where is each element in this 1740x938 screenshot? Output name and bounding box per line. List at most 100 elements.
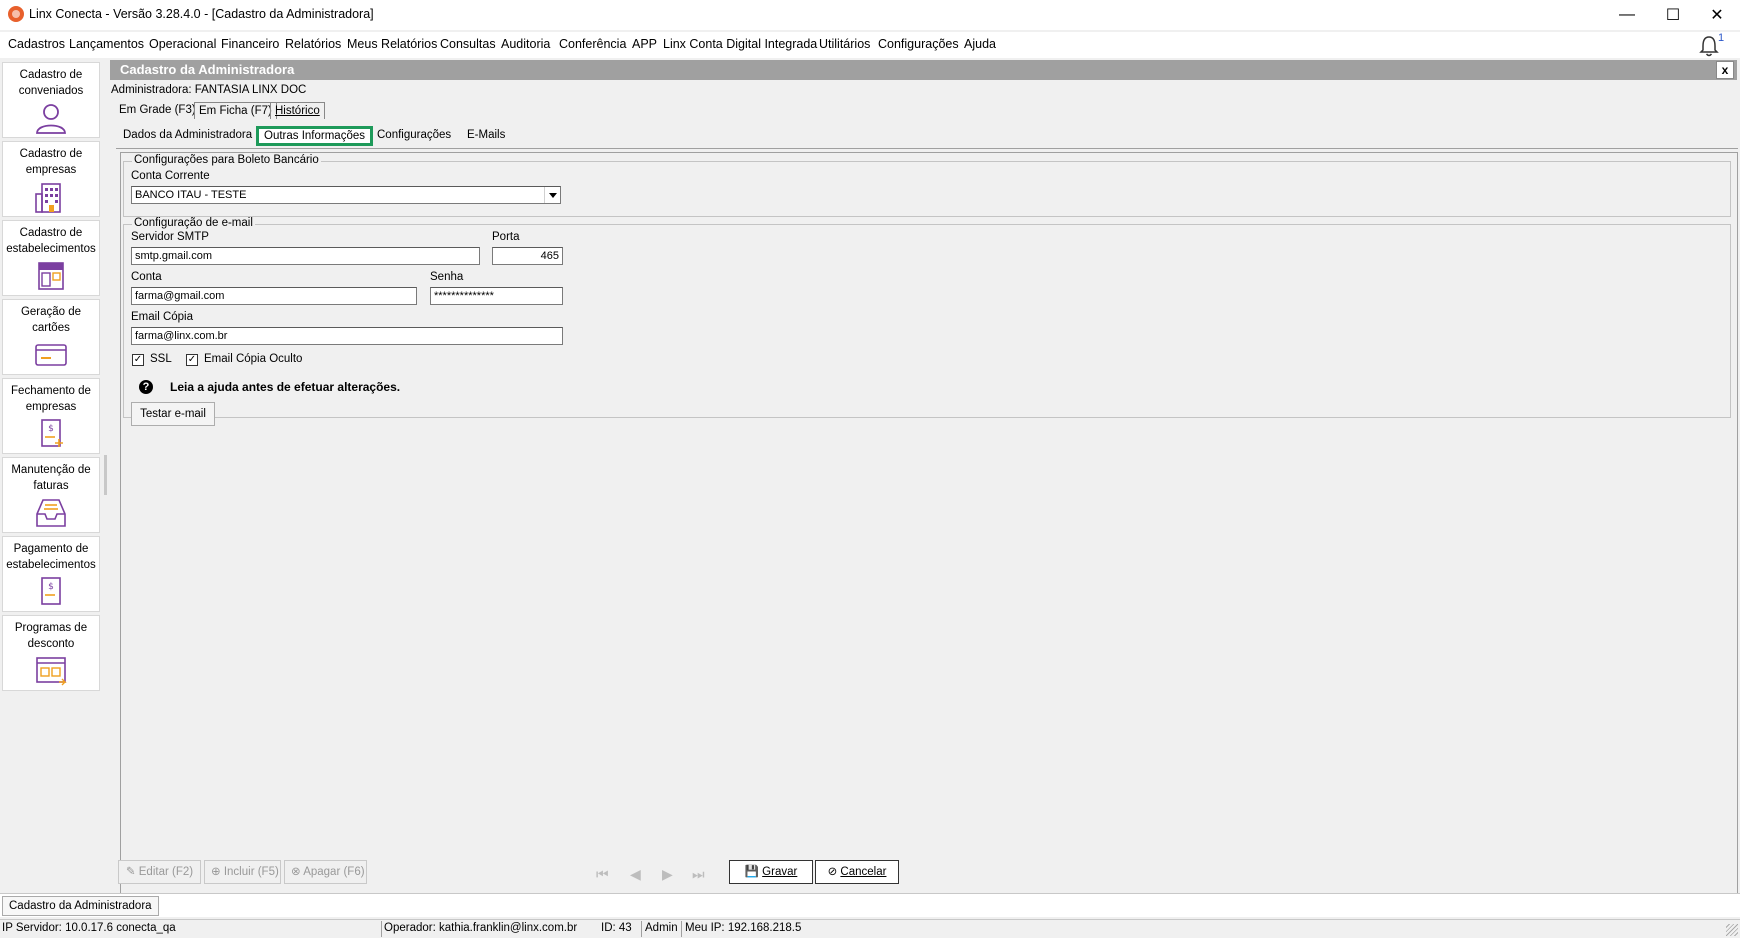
sidebar-item-label: Cadastro de conveniados xyxy=(18,69,84,97)
conta-corrente-value: BANCO ITAU - TESTE xyxy=(135,189,247,201)
menu-app[interactable]: APP xyxy=(632,37,657,51)
conta-input[interactable]: farma@gmail.com xyxy=(131,287,417,305)
add-button[interactable]: ⊕ Incluir (F5) xyxy=(204,860,281,884)
menu-relatorios[interactable]: Relatórios xyxy=(285,37,341,51)
porta-input[interactable]: 465 xyxy=(492,247,563,265)
bell-icon[interactable] xyxy=(1698,34,1720,58)
sidebar-item-pagamento[interactable]: Pagamento de estabelecimentos $ xyxy=(2,536,100,612)
app-logo-icon xyxy=(8,6,24,22)
tab-configuracoes[interactable]: Configurações xyxy=(370,126,458,146)
menu-meus-relatorios[interactable]: Meus Relatórios xyxy=(347,37,437,51)
tab-dados-administradora[interactable]: Dados da Administradora xyxy=(116,126,259,146)
window-title: Linx Conecta - Versão 3.28.4.0 - [Cadast… xyxy=(29,7,374,21)
smtp-label: Servidor SMTP xyxy=(131,231,209,243)
menu-consultas[interactable]: Consultas xyxy=(440,37,496,51)
sidebar-item-conveniados[interactable]: Cadastro de conveniados xyxy=(2,62,100,138)
pencil-icon: ✎ xyxy=(125,866,139,878)
status-divider xyxy=(641,921,642,937)
sidebar-splitter[interactable] xyxy=(104,455,107,495)
notification-count: 1 xyxy=(1718,32,1725,44)
admin-name-line: Administradora: FANTASIA LINX DOC xyxy=(111,84,307,96)
panel-close-button[interactable]: x xyxy=(1716,61,1734,79)
previous-record-icon[interactable]: ◀ xyxy=(630,866,641,883)
delete-button[interactable]: ⊗ Apagar (F6) xyxy=(284,860,367,884)
test-email-button[interactable]: Testar e-mail xyxy=(131,402,215,426)
store-icon xyxy=(38,262,64,290)
help-warning-text: Leia a ajuda antes de efetuar alterações… xyxy=(170,380,401,394)
tab-divider xyxy=(116,148,1738,149)
menu-configuracoes[interactable]: Configurações xyxy=(878,37,959,51)
senha-input[interactable]: ************** xyxy=(430,287,563,305)
menu-utilitarios[interactable]: Utilitários xyxy=(819,37,870,51)
tab-em-ficha[interactable]: Em Ficha (F7) xyxy=(194,102,277,119)
sidebar-item-cartoes[interactable]: Geração de cartões xyxy=(2,299,100,375)
edit-label: Editar (F2) xyxy=(138,866,194,878)
id-status: ID: 43 xyxy=(601,922,632,934)
close-window-button[interactable]: ✕ xyxy=(1694,0,1740,30)
menu-cadastros[interactable]: Cadastros xyxy=(8,37,65,51)
menu-operacional[interactable]: Operacional xyxy=(149,37,216,51)
last-record-icon[interactable]: ⏭ xyxy=(692,866,705,883)
sidebar-item-faturas[interactable]: Manutenção de faturas xyxy=(2,457,100,533)
building-icon xyxy=(35,183,61,213)
tab-historico[interactable]: Histórico xyxy=(270,102,325,119)
chevron-down-icon[interactable] xyxy=(544,187,560,203)
sidebar-item-programas-desconto[interactable]: Programas de desconto xyxy=(2,615,100,691)
profile-status: Admin xyxy=(645,922,678,934)
email-group-title: Configuração de e-mail xyxy=(132,217,255,229)
plus-circle-icon: ⊕ xyxy=(211,866,224,878)
resize-grip[interactable] xyxy=(1726,924,1738,936)
status-divider xyxy=(381,921,382,937)
cancel-label: Cancelar xyxy=(840,866,887,878)
panel-title: Cadastro da Administradora xyxy=(120,62,295,77)
tab-emails[interactable]: E-Mails xyxy=(460,126,512,146)
operator-status: Operador: kathia.franklin@linx.com.br xyxy=(384,922,578,934)
sidebar-item-empresas[interactable]: Cadastro de empresas xyxy=(2,141,100,217)
tab-outras-informacoes[interactable]: Outras Informações xyxy=(256,126,373,146)
main-panel: Cadastro da Administradora x Administrad… xyxy=(110,60,1740,910)
sidebar-item-estabelecimentos[interactable]: Cadastro de estabelecimentos xyxy=(2,220,100,296)
window-tab-administradora[interactable]: Cadastro da Administradora xyxy=(2,896,159,916)
first-record-icon[interactable]: ⏮ xyxy=(596,866,609,883)
save-button[interactable]: 💾 Gravar xyxy=(729,860,813,884)
sidebar: Cadastro de conveniados Cadastro de empr… xyxy=(0,60,102,890)
sidebar-item-label: Pagamento de estabelecimentos xyxy=(6,543,96,571)
minimize-button[interactable]: — xyxy=(1604,0,1650,30)
ssl-label: SSL xyxy=(150,353,172,365)
client-ip-status: Meu IP: 192.168.218.5 xyxy=(685,922,802,934)
boleto-group-title: Configurações para Boleto Bancário xyxy=(132,154,321,166)
menu-conferencia[interactable]: Conferência xyxy=(559,37,626,51)
menu-linx-conta-digital[interactable]: Linx Conta Digital Integrada xyxy=(663,37,817,51)
invoice-icon: $ xyxy=(41,419,63,447)
sidebar-item-label: Manutenção de faturas xyxy=(11,464,91,492)
next-record-icon[interactable]: ▶ xyxy=(662,866,673,883)
delete-label: Apagar (F6) xyxy=(303,866,365,878)
status-bar: IP Servidor: 10.0.17.6 conecta_qa Operad… xyxy=(0,919,1740,938)
menu-ajuda[interactable]: Ajuda xyxy=(964,37,996,51)
sidebar-item-label: Fechamento de empresas xyxy=(11,385,91,413)
menu-financeiro[interactable]: Financeiro xyxy=(221,37,279,51)
maximize-button[interactable]: ☐ xyxy=(1650,0,1696,30)
sidebar-item-fechamento[interactable]: Fechamento de empresas $ xyxy=(2,378,100,454)
server-ip-status: IP Servidor: 10.0.17.6 conecta_qa xyxy=(2,922,176,934)
add-label: Incluir (F5) xyxy=(223,866,279,878)
discount-icon xyxy=(36,657,67,686)
email-copia-oculto-label: Email Cópia Oculto xyxy=(204,353,303,365)
menu-auditoria[interactable]: Auditoria xyxy=(501,37,550,51)
menu-lancamentos[interactable]: Lançamentos xyxy=(69,37,144,51)
card-icon xyxy=(35,344,67,366)
status-divider xyxy=(681,921,682,937)
sidebar-item-label: Cadastro de estabelecimentos xyxy=(6,227,96,255)
email-copia-input[interactable]: farma@linx.com.br xyxy=(131,327,563,345)
menu-bar: Cadastros Lançamentos Operacional Financ… xyxy=(0,32,1740,58)
conta-corrente-select[interactable]: BANCO ITAU - TESTE xyxy=(131,186,561,204)
help-icon: ? xyxy=(139,380,153,394)
ssl-checkbox[interactable]: ✓ xyxy=(132,354,144,366)
tab-em-grade[interactable]: Em Grade (F3) xyxy=(115,102,200,118)
smtp-input[interactable]: smtp.gmail.com xyxy=(131,247,480,265)
sidebar-item-label: Geração de cartões xyxy=(20,306,82,334)
edit-button[interactable]: ✎ Editar (F2) xyxy=(118,860,201,884)
email-copia-oculto-checkbox[interactable]: ✓ xyxy=(186,354,198,366)
cancel-button[interactable]: ⊘ Cancelar xyxy=(815,860,899,884)
svg-text:$: $ xyxy=(48,424,54,434)
